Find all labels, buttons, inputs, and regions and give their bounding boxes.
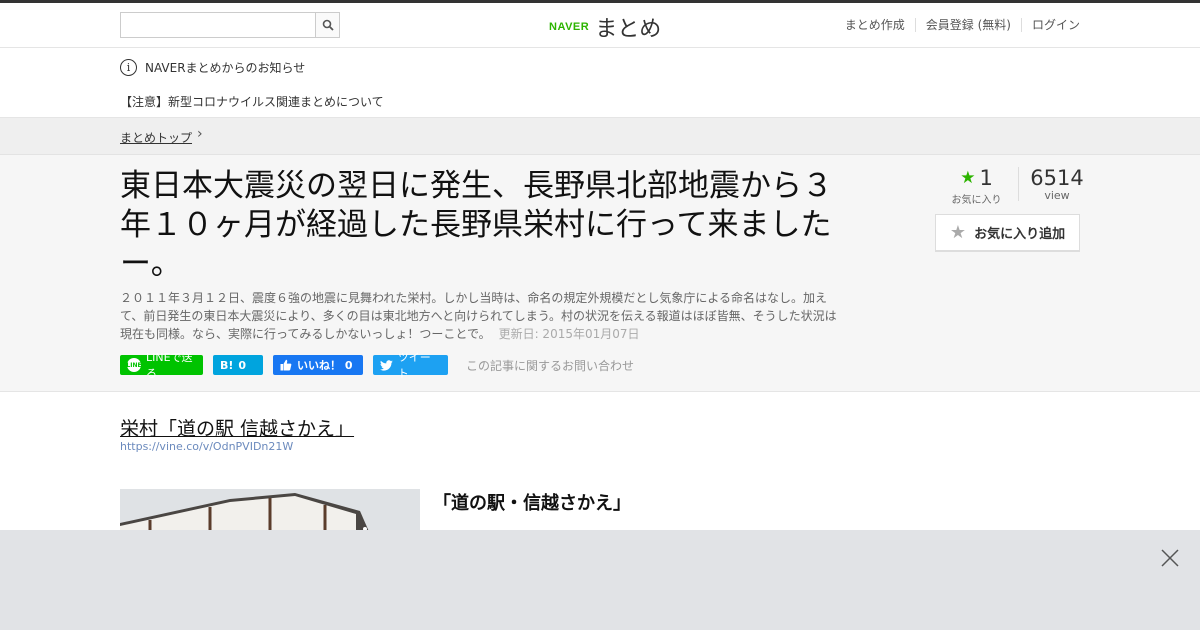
logo-brand: NAVER bbox=[549, 21, 590, 33]
line-share-button[interactable]: LINE LINEで送る bbox=[120, 351, 203, 380]
logo-text: まとめ bbox=[595, 17, 662, 42]
add-favorite-label: お気に入り追加 bbox=[974, 227, 1066, 242]
notice-heading: i NAVERまとめからのお知らせ bbox=[120, 59, 305, 76]
search-button[interactable] bbox=[315, 12, 340, 38]
header-nav: まとめ作成 会員登録 (無料) ログイン bbox=[835, 18, 1080, 32]
register-link[interactable]: 会員登録 (無料) bbox=[914, 18, 1021, 32]
section-title-link[interactable]: 栄村「道の駅 信越さかえ」 bbox=[120, 414, 354, 441]
favorite-count-value: 1 bbox=[979, 166, 993, 190]
view-count-label: view bbox=[1044, 189, 1070, 202]
hatena-icon: B! bbox=[220, 358, 234, 372]
twitter-bird-icon bbox=[380, 359, 393, 371]
notice-area: i NAVERまとめからのお知らせ 【注意】新型コロナウイルス関連まとめについて bbox=[0, 48, 1200, 118]
site-logo[interactable]: NAVER まとめ bbox=[549, 11, 661, 43]
hatena-bookmark-button[interactable]: B! 0 bbox=[213, 355, 263, 375]
ad-banner bbox=[0, 530, 1200, 630]
create-matome-link[interactable]: まとめ作成 bbox=[835, 18, 915, 32]
login-link[interactable]: ログイン bbox=[1020, 18, 1080, 32]
section-source-url[interactable]: https://vine.co/v/OdnPVIDn21W bbox=[120, 440, 293, 453]
item-title: 「道の駅・信越さかえ」 bbox=[433, 493, 631, 514]
breadcrumb-top-link[interactable]: まとめトップ bbox=[120, 129, 192, 146]
favorite-count-label: お気に入り bbox=[951, 195, 1002, 206]
close-icon[interactable] bbox=[1160, 548, 1180, 568]
view-count: 6514 view bbox=[1019, 167, 1095, 202]
article-description: ２０１１年３月１２日、震度６強の地震に見舞われた栄村。しかし当時は、命名の規定外… bbox=[120, 289, 842, 343]
add-favorite-button[interactable]: ★ お気に入り追加 bbox=[935, 214, 1080, 252]
description-text: ２０１１年３月１２日、震度６強の地震に見舞われた栄村。しかし当時は、命名の規定外… bbox=[120, 291, 837, 341]
view-count-value: 6514 bbox=[1030, 166, 1084, 190]
star-outline-icon: ★ bbox=[949, 222, 967, 243]
roadside-station-photo[interactable] bbox=[120, 489, 420, 534]
notice-item-link[interactable]: 【注意】新型コロナウイルス関連まとめについて bbox=[120, 93, 384, 110]
photo-image bbox=[120, 489, 420, 534]
tweet-label: ツイート bbox=[397, 351, 431, 380]
line-share-label: LINEで送る bbox=[146, 351, 193, 380]
page-title: 東日本大震災の翌日に発生、長野県北部地震から３年１０ヶ月が経過した長野県栄村に行… bbox=[120, 168, 833, 282]
notice-heading-text: NAVERまとめからのお知らせ bbox=[145, 61, 306, 75]
search-box bbox=[120, 12, 340, 38]
article-inquiry-link[interactable]: この記事に関するお問い合わせ bbox=[466, 357, 634, 374]
line-icon: LINE bbox=[126, 358, 142, 372]
info-icon: i bbox=[120, 59, 137, 76]
chevron-right-icon: › bbox=[197, 126, 203, 142]
site-header: NAVER まとめ まとめ作成 会員登録 (無料) ログイン bbox=[0, 3, 1200, 48]
hatena-count: 0 bbox=[238, 358, 247, 372]
facebook-like-button[interactable]: いいね！ 0 bbox=[273, 355, 363, 375]
tweet-button[interactable]: ツイート bbox=[373, 351, 448, 380]
search-input[interactable] bbox=[120, 12, 315, 38]
share-bar: LINE LINEで送る B! 0 いいね！ 0 ツイート この記事に関するお問… bbox=[120, 351, 634, 380]
favorite-count: ★ 1 お気に入り bbox=[935, 166, 1019, 206]
thumbs-up-icon bbox=[280, 359, 292, 371]
search-icon bbox=[322, 19, 334, 31]
facebook-like-label: いいね！ 0 bbox=[297, 359, 353, 372]
article-header: 東日本大震災の翌日に発生、長野県北部地震から３年１０ヶ月が経過した長野県栄村に行… bbox=[0, 155, 1200, 392]
star-icon: ★ bbox=[960, 168, 976, 188]
breadcrumb: まとめトップ › bbox=[0, 118, 1200, 155]
updated-date: 更新日: 2015年01月07日 bbox=[498, 327, 640, 341]
